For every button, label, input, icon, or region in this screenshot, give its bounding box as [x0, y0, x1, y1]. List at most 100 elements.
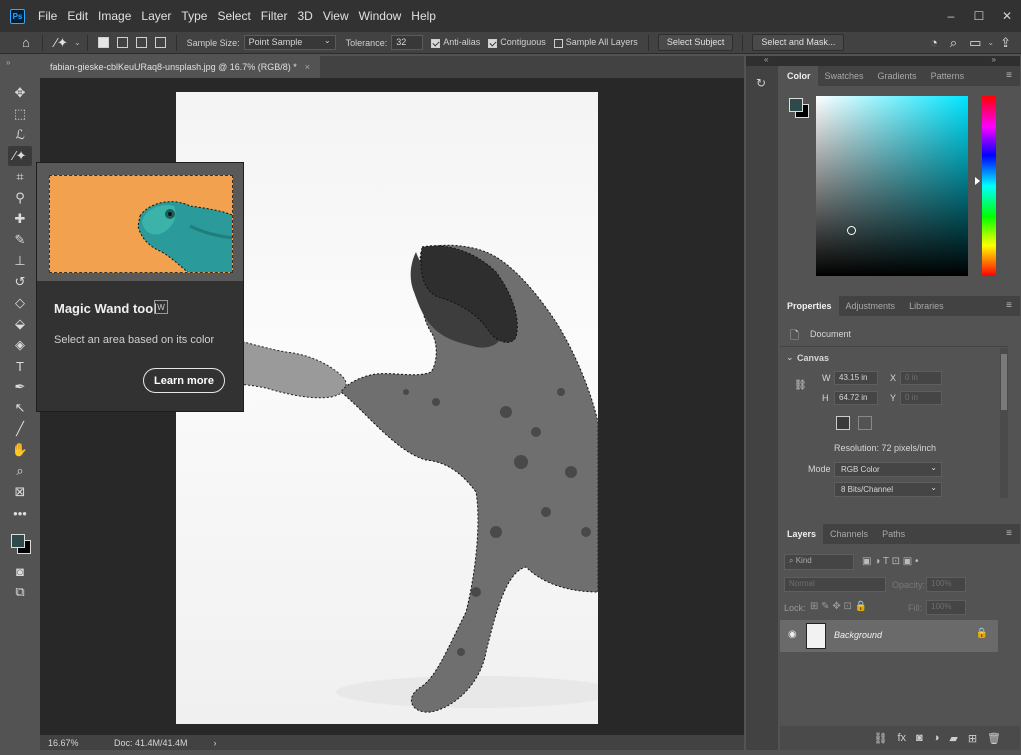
fx-icon[interactable]: fx	[897, 732, 906, 744]
foreground-color-swatch[interactable]	[789, 98, 803, 112]
brush-tool-icon[interactable]: ✎	[8, 230, 32, 250]
saturation-brightness-field[interactable]	[816, 96, 968, 276]
close-tab-icon[interactable]: ×	[305, 62, 310, 72]
hue-slider-handle[interactable]	[975, 177, 980, 185]
intersect-selection-icon[interactable]	[154, 37, 166, 48]
landscape-orientation-icon[interactable]	[858, 416, 872, 430]
share-icon[interactable]: ⇪	[1000, 35, 1011, 51]
path-selection-tool-icon[interactable]: ↖	[8, 398, 32, 418]
menu-edit[interactable]: Edit	[62, 9, 93, 23]
tab-libraries[interactable]: Libraries	[902, 296, 951, 316]
learn-more-button[interactable]: Learn more	[143, 368, 225, 393]
search-icon[interactable]: ⌕	[950, 35, 957, 51]
eyedropper-tool-icon[interactable]: ⚲	[8, 188, 32, 208]
workspace-icon[interactable]: ▭	[969, 35, 981, 51]
group-icon[interactable]: ▰	[949, 732, 957, 745]
bit-depth-select[interactable]: 8 Bits/Channel ⌄	[834, 482, 942, 497]
menu-layer[interactable]: Layer	[136, 9, 176, 23]
fill-input[interactable]: 100%	[926, 600, 966, 615]
menu-image[interactable]: Image	[93, 9, 136, 23]
quick-mask-icon[interactable]: ◙	[8, 561, 32, 581]
tab-patterns[interactable]: Patterns	[924, 66, 972, 86]
scrollbar-thumb[interactable]	[1001, 354, 1007, 410]
menu-filter[interactable]: Filter	[256, 9, 293, 23]
magic-wand-preset-icon[interactable]: ⁄✦	[55, 35, 68, 51]
discover-icon[interactable]: ◔	[930, 35, 938, 50]
visibility-eye-icon[interactable]: ◉	[788, 629, 797, 640]
sample-size-select[interactable]: Point Sample ⌄	[243, 35, 336, 50]
mode-select[interactable]: RGB Color ⌄	[834, 462, 942, 477]
add-mask-icon[interactable]: ◙	[916, 732, 923, 744]
add-to-selection-icon[interactable]	[116, 37, 128, 48]
opacity-input[interactable]: 100%	[926, 577, 966, 592]
home-icon[interactable]: ⌂	[22, 35, 30, 50]
menu-help[interactable]: Help	[406, 9, 441, 23]
height-input[interactable]: 64.72 in	[834, 391, 878, 405]
tab-properties[interactable]: Properties	[780, 296, 839, 316]
blend-mode-select[interactable]: Normal	[784, 577, 886, 592]
collapse-left-icon[interactable]: «	[764, 55, 768, 64]
collapse-right-icon[interactable]: »	[992, 55, 996, 64]
history-brush-tool-icon[interactable]: ↺	[8, 272, 32, 292]
link-layers-icon[interactable]: ⛓	[874, 732, 888, 745]
move-tool-icon[interactable]: ✥	[8, 83, 32, 103]
layer-row-background[interactable]: ◉ Background 🔒	[780, 620, 998, 652]
layer-kind-filter[interactable]: ⌕ Kind	[784, 554, 854, 570]
zoom-level[interactable]: 16.67%	[48, 738, 100, 748]
y-input[interactable]: 0 in	[900, 391, 942, 405]
maximize-button[interactable]: ☐	[965, 9, 993, 23]
document-tab[interactable]: fabian-gieske-cblKeuURaq8-unsplash.jpg @…	[40, 56, 321, 78]
chevron-down-icon[interactable]: ⌄	[74, 38, 81, 47]
tab-paths[interactable]: Paths	[875, 524, 912, 544]
marquee-tool-icon[interactable]: ⬚	[8, 104, 32, 124]
tab-swatches[interactable]: Swatches	[818, 66, 871, 86]
select-subject-button[interactable]: Select Subject	[657, 34, 734, 51]
foreground-swatch[interactable]	[11, 534, 25, 548]
close-button[interactable]: ✕	[993, 9, 1021, 23]
frame-tool-icon[interactable]: ⊠	[8, 482, 32, 502]
contiguous-checkbox[interactable]: Contiguous	[488, 37, 546, 48]
magic-wand-tool-icon[interactable]: ⁄✦	[8, 146, 32, 166]
line-tool-icon[interactable]: ╱	[8, 419, 32, 439]
tab-channels[interactable]: Channels	[823, 524, 875, 544]
select-and-mask-button[interactable]: Select and Mask...	[752, 34, 845, 51]
lock-icons[interactable]: ⊞ ✎ ✥ ⊡ 🔒	[810, 601, 867, 612]
history-panel-icon[interactable]: ↻	[756, 76, 766, 90]
chevron-down-icon[interactable]: ⌄	[786, 352, 794, 363]
menu-3d[interactable]: 3D	[292, 9, 317, 23]
zoom-tool-icon[interactable]: ⌕	[8, 461, 32, 481]
link-icon[interactable]: ⛓	[794, 380, 807, 391]
tab-gradients[interactable]: Gradients	[871, 66, 924, 86]
hand-tool-icon[interactable]: ✋	[8, 440, 32, 460]
lasso-tool-icon[interactable]: ℒ	[8, 125, 32, 145]
tab-color[interactable]: Color	[780, 66, 818, 86]
menu-select[interactable]: Select	[212, 9, 255, 23]
hue-slider[interactable]	[982, 96, 996, 276]
width-input[interactable]: 43.15 in	[834, 371, 878, 385]
panel-menu-icon[interactable]: ≡	[1006, 70, 1012, 81]
delete-layer-icon[interactable]: 🗑	[987, 732, 1001, 745]
menu-file[interactable]: File	[33, 9, 62, 23]
anti-alias-checkbox[interactable]: Anti-alias	[431, 37, 480, 48]
healing-brush-tool-icon[interactable]: ✚	[8, 209, 32, 229]
collapse-icon[interactable]: »	[4, 56, 36, 82]
x-input[interactable]: 0 in	[900, 371, 942, 385]
panel-menu-icon[interactable]: ≡	[1006, 528, 1012, 539]
chevron-down-icon[interactable]: ⌄	[987, 38, 994, 47]
new-layer-icon[interactable]: ⊞	[968, 732, 977, 745]
filter-icons[interactable]: ▣ ◑ T ⊡ ▣ •	[862, 556, 918, 567]
sample-all-layers-checkbox[interactable]: Sample All Layers	[553, 37, 638, 48]
clone-stamp-tool-icon[interactable]: ⊥	[8, 251, 32, 271]
new-selection-icon[interactable]	[97, 37, 109, 48]
eraser-tool-icon[interactable]: ◇	[8, 293, 32, 313]
adjustment-layer-icon[interactable]: ◑	[933, 732, 940, 744]
minimize-button[interactable]: –	[937, 9, 965, 23]
portrait-orientation-icon[interactable]	[836, 416, 850, 430]
crop-tool-icon[interactable]: ⌗	[8, 167, 32, 187]
tab-layers[interactable]: Layers	[780, 524, 824, 544]
paint-bucket-tool-icon[interactable]: ⬙	[8, 314, 32, 334]
menu-type[interactable]: Type	[176, 9, 212, 23]
menu-window[interactable]: Window	[354, 9, 407, 23]
tolerance-input[interactable]: 32	[391, 35, 424, 50]
tab-adjustments[interactable]: Adjustments	[839, 296, 903, 316]
